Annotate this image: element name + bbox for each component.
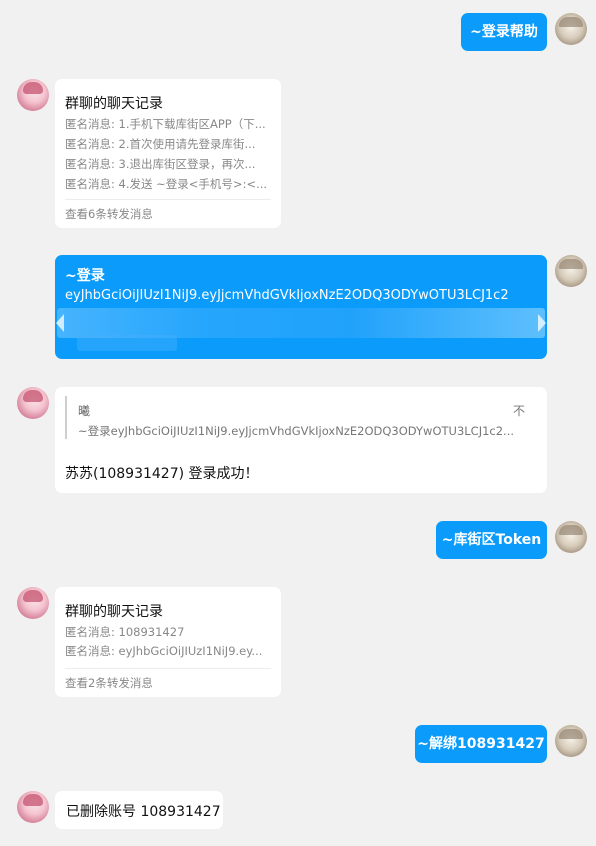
forwarded-line: 匿名消息: 4.发送 ~登录<手机号>:<... (65, 177, 268, 191)
user-avatar[interactable] (555, 725, 587, 757)
blurred-token-region (57, 308, 545, 338)
forwarded-line: 匿名消息: 1.手机下载库街区APP（下... (65, 117, 266, 131)
bot-avatar[interactable] (17, 79, 49, 111)
divider (65, 199, 271, 200)
user-avatar[interactable] (555, 255, 587, 287)
blurred-token-region (77, 335, 177, 351)
message-text: ~库街区Token (441, 532, 542, 548)
forwarded-record-title: 群聊的聊天记录 (65, 96, 163, 112)
message-text-line: eyJhbGciOiJIUzI1NiJ9.eyJjcmVhdGVkIjoxNzE… (65, 288, 509, 303)
bot-avatar[interactable] (17, 587, 49, 619)
user-message-unbind[interactable]: ~解绑108931427 (415, 725, 547, 763)
view-forwarded-messages-link[interactable]: 查看2条转发消息 (65, 675, 153, 691)
reply-message-card[interactable]: 曦 不 ~登录eyJhbGciOiJIUzI1NiJ9.eyJjcmVhdGVk… (55, 387, 547, 493)
forwarded-record-title: 群聊的聊天记录 (65, 604, 163, 620)
user-message-login-help[interactable]: ~登录帮助 (461, 13, 547, 51)
message-text-line: ~登录 (65, 268, 105, 284)
quoted-message[interactable]: 曦 不 ~登录eyJhbGciOiJIUzI1NiJ9.eyJjcmVhdGVk… (65, 396, 535, 439)
message-text: 已删除账号 108931427 (66, 804, 221, 820)
chevron-right-icon (538, 314, 546, 332)
bot-message-deleted-account[interactable]: 已删除账号 108931427 (55, 791, 223, 829)
user-message-token[interactable]: ~库街区Token (436, 521, 547, 559)
quote-text: ~登录eyJhbGciOiJIUzI1NiJ9.eyJjcmVhdGVkIjox… (78, 424, 515, 438)
view-forwarded-messages-link[interactable]: 查看6条转发消息 (65, 206, 153, 222)
bot-avatar[interactable] (17, 791, 49, 823)
chevron-left-icon (56, 314, 64, 332)
user-message-login-token[interactable]: ~登录 eyJhbGciOiJIUzI1NiJ9.eyJjcmVhdGVkIjo… (55, 255, 547, 359)
quote-jump-icon[interactable]: 不 (513, 402, 525, 419)
user-avatar[interactable] (555, 13, 587, 45)
forwarded-line: 匿名消息: 3.退出库街区登录，再次... (65, 157, 256, 171)
user-avatar[interactable] (555, 521, 587, 553)
forwarded-line: 匿名消息: eyJhbGciOiJIUzI1NiJ9.ey... (65, 644, 263, 658)
forwarded-line: 匿名消息: 108931427 (65, 625, 185, 639)
forwarded-line: 匿名消息: 2.首次使用请先登录库街... (65, 137, 256, 151)
message-text: ~登录帮助 (470, 24, 538, 40)
forwarded-chat-record-card[interactable]: 群聊的聊天记录 匿名消息: 1.手机下载库街区APP（下... 匿名消息: 2.… (55, 79, 281, 228)
bot-avatar[interactable] (17, 387, 49, 419)
quote-author: 曦 (78, 404, 91, 418)
message-text: 苏苏(108931427) 登录成功！ (65, 466, 259, 482)
divider (65, 668, 271, 669)
forwarded-chat-record-card[interactable]: 群聊的聊天记录 匿名消息: 108931427 匿名消息: eyJhbGciOi… (55, 587, 281, 697)
message-text: ~解绑108931427 (417, 736, 545, 752)
